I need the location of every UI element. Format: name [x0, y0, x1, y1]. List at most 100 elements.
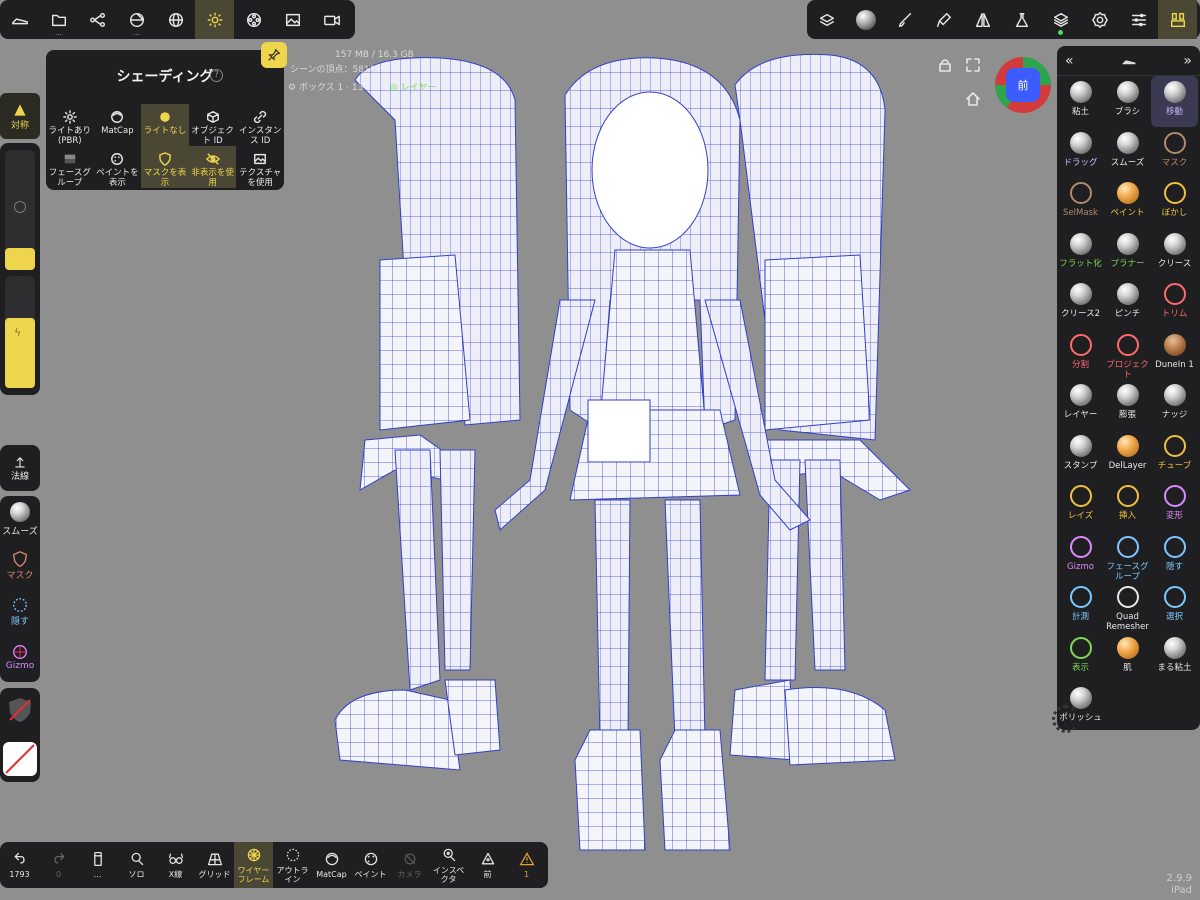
- tool-button[interactable]: 変形: [1151, 480, 1198, 531]
- tool-button[interactable]: Quad Remesher: [1104, 581, 1151, 632]
- tool-button[interactable]: フラット化: [1057, 228, 1104, 279]
- shading-option[interactable]: ペイントを表示: [94, 146, 142, 188]
- tool-button[interactable]: チューブ: [1151, 430, 1198, 481]
- home-icon[interactable]: [966, 92, 980, 106]
- tool-button[interactable]: スムーズ: [1104, 127, 1151, 178]
- bottom-toolbar-button[interactable]: MatCap: [312, 842, 351, 888]
- tool-button[interactable]: クリース2: [1057, 278, 1104, 329]
- tool-button[interactable]: 膨張: [1104, 379, 1151, 430]
- shading-option[interactable]: インスタンス ID: [236, 104, 284, 146]
- material-swatch[interactable]: [6, 696, 34, 724]
- smooth-button[interactable]: スムーズ: [0, 496, 40, 542]
- bottom-toolbar-button[interactable]: ...: [78, 842, 117, 888]
- tool-button[interactable]: ナッジ: [1151, 379, 1198, 430]
- bottom-toolbar-button[interactable]: カメラ: [390, 842, 429, 888]
- bottom-toolbar-button[interactable]: ソロ: [117, 842, 156, 888]
- bottom-toolbar-button[interactable]: ペイント: [351, 842, 390, 888]
- bottom-toolbar-button[interactable]: アウトライン: [273, 842, 312, 888]
- tool-button[interactable]: まる粘土: [1151, 632, 1198, 683]
- tool-button[interactable]: SelMask: [1057, 177, 1104, 228]
- bottom-toolbar-button[interactable]: 前: [468, 842, 507, 888]
- matcap-icon[interactable]: [846, 0, 885, 39]
- folder-icon[interactable]: ...: [39, 0, 78, 39]
- video-camera-icon[interactable]: [312, 0, 351, 39]
- shading-option[interactable]: 非表示を使用: [188, 146, 237, 188]
- view-cube[interactable]: 前: [995, 57, 1051, 113]
- tool-button[interactable]: プロジェクト: [1104, 329, 1151, 380]
- tool-button[interactable]: トリム: [1151, 278, 1198, 329]
- tool-button[interactable]: DuneIn 1: [1151, 329, 1198, 380]
- tool-button[interactable]: 粘土: [1057, 76, 1104, 127]
- tool-label: DelLayer: [1108, 460, 1147, 471]
- tool-button[interactable]: スタンプ: [1057, 430, 1104, 481]
- scene-graph-icon[interactable]: [78, 0, 117, 39]
- tool-button[interactable]: ピンチ: [1104, 278, 1151, 329]
- film-reel-icon[interactable]: [234, 0, 273, 39]
- bottom-toolbar-button[interactable]: ワイヤーフレーム: [234, 842, 273, 888]
- flask-icon[interactable]: [1002, 0, 1041, 39]
- tool-button[interactable]: プラナー: [1104, 228, 1151, 279]
- sphere-icon[interactable]: [156, 0, 195, 39]
- collapse-left-icon[interactable]: «: [1065, 53, 1074, 69]
- brush-icon[interactable]: [885, 0, 924, 39]
- tool-button[interactable]: 移動: [1151, 76, 1198, 127]
- bottom-toolbar-button[interactable]: 1: [507, 842, 546, 888]
- tool-button[interactable]: 分割: [1057, 329, 1104, 380]
- shoe-icon[interactable]: [1121, 53, 1137, 69]
- gizmo-button[interactable]: Gizmo: [0, 634, 40, 680]
- tool-button[interactable]: マスク: [1151, 127, 1198, 178]
- stack-icon[interactable]: [807, 0, 846, 39]
- tool-button[interactable]: 挿入: [1104, 480, 1151, 531]
- bottom-toolbar-button[interactable]: インスペクタ: [429, 842, 468, 888]
- bottom-toolbar-label: ワイヤーフレーム: [237, 865, 270, 884]
- fullscreen-icon[interactable]: [966, 58, 980, 72]
- hide-button[interactable]: 隠す: [0, 588, 40, 634]
- shading-option[interactable]: フェースグループ: [46, 146, 94, 188]
- bottom-toolbar-button[interactable]: グリッド: [195, 842, 234, 888]
- shading-option[interactable]: テクスチャを使用: [236, 146, 284, 188]
- normal-button[interactable]: 法線: [0, 445, 40, 491]
- tool-button[interactable]: 表示: [1057, 632, 1104, 683]
- intensity-slider[interactable]: ϟ: [5, 276, 35, 388]
- bottom-toolbar-button[interactable]: X線: [156, 842, 195, 888]
- shading-option[interactable]: マスクを表示: [141, 146, 189, 188]
- paint-icon[interactable]: [924, 0, 963, 39]
- tool-button[interactable]: Gizmo: [1057, 531, 1104, 582]
- tool-button[interactable]: ペイント: [1104, 177, 1151, 228]
- color-swatch[interactable]: [3, 742, 37, 776]
- shading-option[interactable]: MatCap: [94, 104, 142, 146]
- layers-icon[interactable]: [1041, 0, 1080, 39]
- tool-button[interactable]: レイヤー: [1057, 379, 1104, 430]
- tool-button[interactable]: 隠す: [1151, 531, 1198, 582]
- tool-button[interactable]: DelLayer: [1104, 430, 1151, 481]
- mask-button[interactable]: マスク: [0, 542, 40, 588]
- bottom-toolbar-button[interactable]: 0: [39, 842, 78, 888]
- tool-button[interactable]: レイズ: [1057, 480, 1104, 531]
- tool-button[interactable]: フェースグループ: [1104, 531, 1151, 582]
- tool-button[interactable]: 肌: [1104, 632, 1151, 683]
- shading-option[interactable]: ライトあり (PBR): [46, 104, 94, 146]
- symmetry-button[interactable]: 対称: [0, 93, 40, 139]
- mesh-icon[interactable]: ...: [117, 0, 156, 39]
- tool-button[interactable]: 計測: [1057, 581, 1104, 632]
- settings-icon[interactable]: [1080, 0, 1119, 39]
- tool-panel-icon[interactable]: [1158, 0, 1197, 39]
- lock-icon[interactable]: [938, 58, 952, 72]
- pin-icon[interactable]: [261, 42, 287, 68]
- image-icon[interactable]: [273, 0, 312, 39]
- tool-button[interactable]: 選択: [1151, 581, 1198, 632]
- tool-button[interactable]: ブラシ: [1104, 76, 1151, 127]
- bottom-toolbar-button[interactable]: 1793: [0, 842, 39, 888]
- shoe-icon[interactable]: [0, 0, 39, 39]
- sliders-icon[interactable]: [1119, 0, 1158, 39]
- tool-button[interactable]: ぼかし: [1151, 177, 1198, 228]
- tool-button[interactable]: ドラッグ: [1057, 127, 1104, 178]
- radius-slider[interactable]: [5, 150, 35, 270]
- collapse-right-icon[interactable]: »: [1183, 53, 1192, 69]
- sun-icon[interactable]: [195, 0, 234, 39]
- tool-button[interactable]: クリース: [1151, 228, 1198, 279]
- shading-option[interactable]: オブジェクト ID: [189, 104, 237, 146]
- help-icon[interactable]: ?: [210, 69, 223, 82]
- symmetry-icon[interactable]: [963, 0, 1002, 39]
- shading-option[interactable]: ライトなし: [141, 104, 189, 146]
